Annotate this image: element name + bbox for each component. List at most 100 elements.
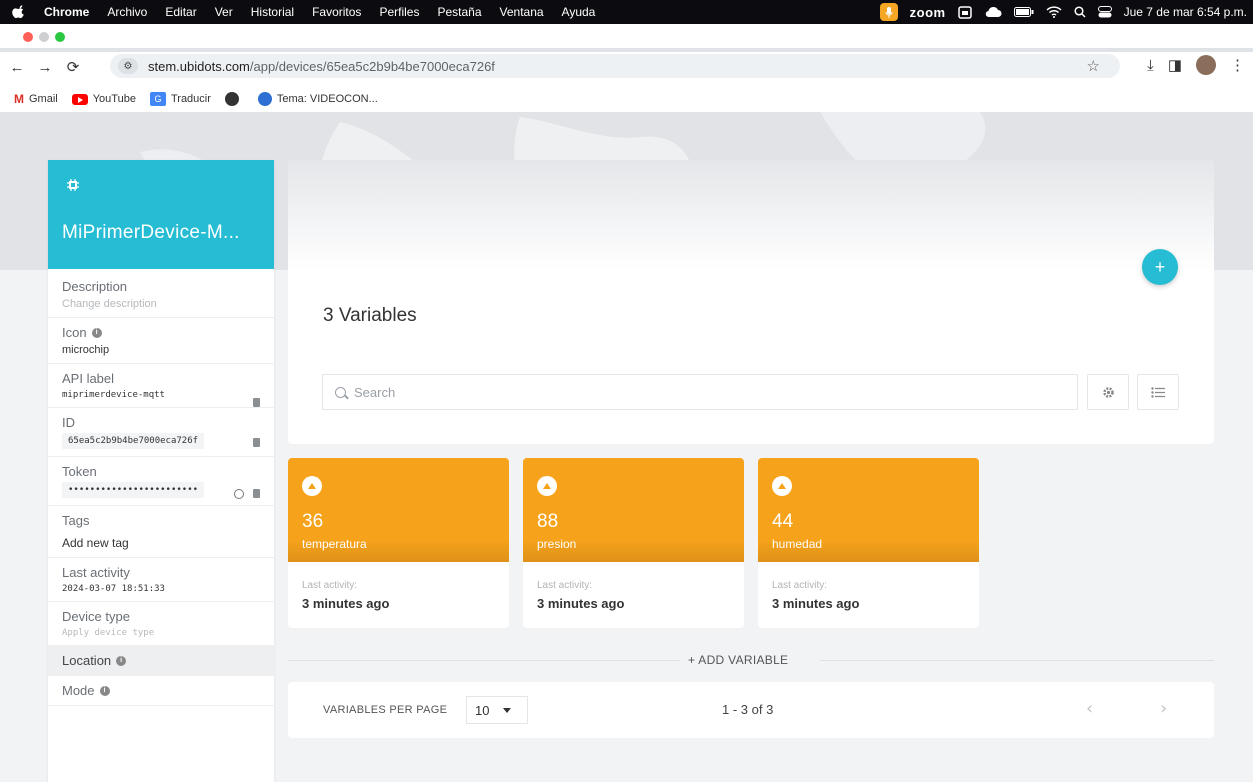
prop-tags: Tags Add new tag <box>48 506 274 558</box>
info-icon[interactable]: i <box>116 655 127 666</box>
prop-api-label: API label miprimerdevice-mqtt <box>48 364 274 408</box>
mode-label-text: Mode <box>62 683 95 698</box>
menu-pestana[interactable]: Pestaña <box>437 5 481 19</box>
menu-historial[interactable]: Historial <box>251 5 294 19</box>
last-activity-caption: Last activity: <box>772 580 828 591</box>
per-page-select[interactable]: 10 <box>466 696 528 724</box>
clipboard-icon[interactable] <box>253 438 260 447</box>
minimize-window-button[interactable] <box>39 32 49 42</box>
variable-value: 36 <box>302 511 324 532</box>
menu-perfiles[interactable]: Perfiles <box>379 5 419 19</box>
clipboard-icon[interactable] <box>253 489 260 498</box>
search-input[interactable] <box>354 384 1054 400</box>
icon-value[interactable]: microchip <box>62 344 260 356</box>
list-view-button[interactable] <box>1137 374 1179 410</box>
menubar-status-area: zoom Jue 7 de mar 6:54 p.m. <box>879 0 1247 24</box>
zoom-status[interactable]: zoom <box>910 5 946 20</box>
bookmark-tema[interactable]: Tema: VIDEOCON... <box>257 92 378 106</box>
last-activity-caption: Last activity: <box>537 580 593 591</box>
eye-icon[interactable] <box>234 489 244 499</box>
bookmark-gmail-label: Gmail <box>29 93 58 105</box>
apple-icon[interactable] <box>12 5 26 19</box>
device-name[interactable]: MiPrimerDevice-M... <box>62 222 240 244</box>
cloud-upload-icon <box>772 476 792 496</box>
bookmark-star-icon[interactable]: ☆ <box>1087 57 1100 75</box>
divider-left <box>288 660 680 661</box>
add-variable-fab[interactable]: + <box>1142 249 1178 285</box>
info-icon[interactable]: i <box>91 327 102 338</box>
device-type-label: Device type <box>62 609 130 624</box>
download-icon[interactable]: ⤓ <box>1147 57 1154 74</box>
device-type-value[interactable]: Apply device type <box>62 628 260 638</box>
fullscreen-window-button[interactable] <box>55 32 65 42</box>
search-box[interactable] <box>322 374 1078 410</box>
prop-mode[interactable]: Mode i <box>48 676 274 706</box>
bookmark-globe[interactable] <box>224 92 244 106</box>
last-activity-value: 2024-03-07 18:51:33 <box>62 584 165 594</box>
settings-button[interactable] <box>1087 374 1129 410</box>
microphone-icon[interactable] <box>879 3 898 21</box>
spotlight-search-icon[interactable] <box>1074 6 1086 18</box>
more-menu-icon[interactable]: ⋮ <box>1230 56 1245 74</box>
variable-card-humedad[interactable]: 44 humedad Last activity: 3 minutes ago <box>758 458 979 628</box>
back-arrow-icon[interactable]: ← <box>6 56 28 78</box>
forward-arrow-icon[interactable]: → <box>34 56 56 78</box>
variable-value: 88 <box>537 511 559 532</box>
bookmark-youtube[interactable]: YouTube <box>71 93 136 105</box>
battery-icon[interactable] <box>1013 7 1034 17</box>
bookmark-gmail[interactable]: M Gmail <box>14 92 58 106</box>
description-value[interactable]: Change description <box>62 298 260 310</box>
location-prop-label: Location i <box>62 653 260 668</box>
token-value: •••••••••••••••••••••••• <box>62 482 205 498</box>
info-icon[interactable]: i <box>99 685 110 696</box>
next-page-button[interactable]: › <box>1160 698 1167 719</box>
menubar-clock[interactable]: Jue 7 de mar 6:54 p.m. <box>1124 5 1247 19</box>
side-panel-icon[interactable]: ◨ <box>1168 56 1182 74</box>
menu-archivo[interactable]: Archivo <box>107 5 147 19</box>
wifi-icon[interactable] <box>1046 6 1062 18</box>
token-label: Token <box>62 464 97 479</box>
add-variable-button[interactable]: + ADD VARIABLE <box>688 653 788 667</box>
control-center-icon[interactable] <box>1097 6 1112 18</box>
bookmark-traducir[interactable]: G Traducir <box>149 92 211 106</box>
prop-last-activity: Last activity 2024-03-07 18:51:33 <box>48 558 274 602</box>
previous-page-button[interactable]: ‹ <box>1086 698 1093 719</box>
reload-icon[interactable]: ⟳ <box>62 56 84 78</box>
mode-prop-label: Mode i <box>62 683 260 698</box>
menubar-app-name[interactable]: Chrome <box>44 5 89 19</box>
chevron-down-icon <box>503 707 512 713</box>
add-variable-row: + ADD VARIABLE <box>288 650 1214 670</box>
menu-favoritos[interactable]: Favoritos <box>312 5 361 19</box>
add-tag-input[interactable]: Add new tag <box>62 536 260 550</box>
url-text[interactable]: stem.ubidots.com/app/devices/65ea5c2b9b4… <box>148 59 495 74</box>
profile-avatar[interactable] <box>1196 55 1216 75</box>
prop-device-type[interactable]: Device type Apply device type <box>48 602 274 646</box>
close-window-button[interactable] <box>23 32 33 42</box>
address-bar[interactable]: ⚙ stem.ubidots.com/app/devices/65ea5c2b9… <box>110 54 1120 78</box>
variable-card-header: 36 temperatura <box>288 458 509 562</box>
variable-card-presion[interactable]: 88 presion Last activity: 3 minutes ago <box>523 458 744 628</box>
prop-icon[interactable]: Icon i microchip <box>48 318 274 364</box>
variable-card-temperatura[interactable]: 36 temperatura Last activity: 3 minutes … <box>288 458 509 628</box>
menu-editar[interactable]: Editar <box>165 5 196 19</box>
variables-count-title: 3 Variables <box>323 305 417 326</box>
list-icon <box>1151 386 1165 398</box>
menu-ayuda[interactable]: Ayuda <box>562 5 596 19</box>
menu-ver[interactable]: Ver <box>215 5 233 19</box>
page-range: 1 - 3 of 3 <box>722 702 774 717</box>
last-activity-label: Last activity <box>62 565 130 580</box>
prop-description[interactable]: Description Change description <box>48 269 274 318</box>
prop-location[interactable]: Location i <box>48 646 274 676</box>
calendar-icon[interactable] <box>957 5 972 19</box>
variables-per-page-label: VARIABLES PER PAGE <box>323 704 448 716</box>
clipboard-icon[interactable] <box>253 398 260 407</box>
site-settings-icon[interactable]: ⚙ <box>118 58 138 74</box>
icon-label-text: Icon <box>62 325 87 340</box>
tags-label: Tags <box>62 513 90 528</box>
url-path: /app/devices/65ea5c2b9b4be7000eca726f <box>249 58 495 74</box>
cloud-icon[interactable] <box>984 6 1002 18</box>
id-label: ID <box>62 415 75 430</box>
api-label-value[interactable]: miprimerdevice-mqtt <box>62 390 260 400</box>
variable-card-header: 88 presion <box>523 458 744 562</box>
menu-ventana[interactable]: Ventana <box>500 5 544 19</box>
